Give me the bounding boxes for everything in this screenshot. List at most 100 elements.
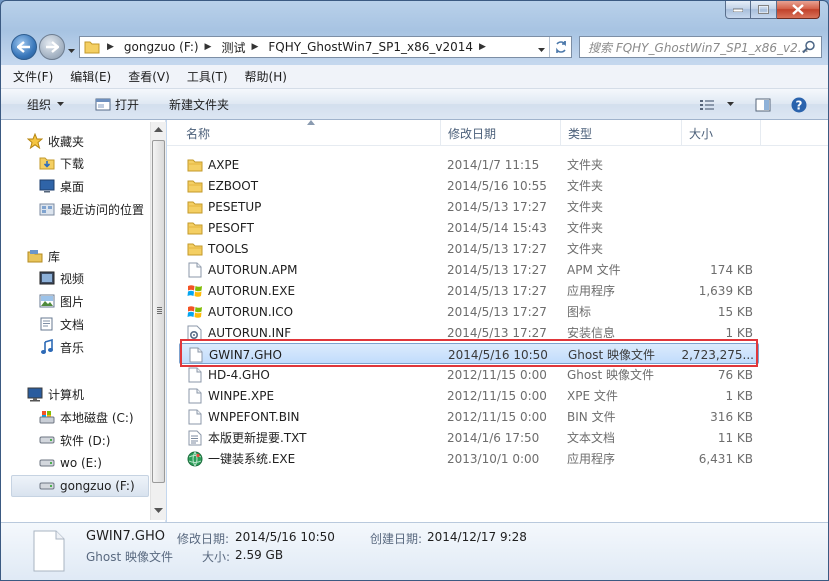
selection-highlight-box bbox=[180, 339, 758, 367]
nav-drive-e[interactable]: wo (E:) bbox=[39, 452, 102, 474]
nav-label: 下载 bbox=[60, 156, 85, 171]
scroll-down-icon[interactable] bbox=[154, 508, 163, 514]
nav-drive-d[interactable]: 软件 (D:) bbox=[39, 429, 110, 451]
new-folder-button[interactable]: 新建文件夹 bbox=[169, 89, 229, 120]
nav-item-pictures[interactable]: 图片 bbox=[39, 290, 84, 312]
nav-item-downloads[interactable]: 下载 bbox=[39, 152, 84, 174]
forward-button[interactable] bbox=[39, 34, 65, 60]
file-type: Ghost 映像文件 bbox=[567, 368, 655, 382]
recent-pages-dropdown[interactable] bbox=[68, 43, 75, 57]
file-date: 2014/5/13 17:27 bbox=[447, 262, 547, 277]
chevron-down-icon bbox=[538, 48, 545, 52]
thumb-grip bbox=[157, 309, 162, 310]
file-row[interactable]: HD-4.GHO 2012/11/15 0:00 Ghost 映像文件 76 KB bbox=[179, 364, 759, 385]
file-row[interactable]: TOOLS 2014/5/13 17:27 文件夹 bbox=[179, 238, 759, 259]
file-size: 174 KB bbox=[710, 262, 753, 277]
file-row[interactable]: AUTORUN.EXE 2014/5/13 17:27 应用程序 1,639 KB bbox=[179, 280, 759, 301]
file-icon bbox=[187, 409, 203, 425]
close-button[interactable] bbox=[777, 1, 820, 19]
file-name: PESETUP bbox=[208, 199, 262, 214]
search-input[interactable]: 搜索 FQHY_GhostWin7_SP1_x86_v2... bbox=[579, 36, 822, 58]
minimize-button[interactable] bbox=[725, 1, 751, 19]
documents-icon bbox=[39, 316, 55, 332]
folder-icon bbox=[187, 199, 203, 215]
column-type[interactable]: 类型 bbox=[561, 120, 682, 146]
view-list-icon bbox=[700, 99, 714, 110]
file-row[interactable]: WINPE.XPE 2012/11/15 0:00 XPE 文件 1 KB bbox=[179, 385, 759, 406]
nav-label: 图片 bbox=[60, 294, 85, 309]
column-size[interactable]: 大小 bbox=[682, 120, 761, 146]
details-file-name: GWIN7.GHO bbox=[86, 529, 165, 544]
file-type: 应用程序 bbox=[567, 284, 616, 298]
file-name-cell: PESETUP bbox=[187, 196, 261, 217]
nav-libraries[interactable]: 库 bbox=[27, 245, 60, 267]
nav-scrollbar[interactable] bbox=[150, 122, 166, 520]
pictures-icon bbox=[39, 293, 55, 309]
file-row[interactable]: AUTORUN.ICO 2014/5/13 17:27 图标 15 KB bbox=[179, 301, 759, 322]
menu-edit[interactable]: 编辑(E) bbox=[70, 68, 111, 85]
search-icon[interactable] bbox=[802, 40, 816, 57]
file-date: 2012/11/15 0:00 bbox=[447, 409, 547, 424]
nav-drive-f[interactable]: gongzuo (F:) bbox=[11, 475, 149, 497]
recent-places-icon bbox=[39, 201, 55, 217]
breadcrumb-item[interactable]: FQHY_GhostWin7_SP1_x86_v2014 ▶ bbox=[265, 40, 489, 54]
help-button[interactable]: ? bbox=[791, 89, 807, 120]
nav-label: 库 bbox=[48, 249, 61, 264]
back-button[interactable] bbox=[11, 34, 37, 60]
details-modified-value: 2014/5/16 10:50 bbox=[235, 530, 335, 544]
breadcrumb-item[interactable]: gongzuo (F:) ▶ bbox=[121, 40, 215, 54]
file-row[interactable]: PESOFT 2014/5/14 15:43 文件夹 bbox=[179, 217, 759, 238]
file-size: 1 KB bbox=[725, 388, 753, 403]
preview-pane-button[interactable] bbox=[755, 89, 771, 120]
file-name-cell: AUTORUN.EXE bbox=[187, 280, 295, 301]
refresh-button[interactable] bbox=[549, 37, 571, 57]
drive-icon bbox=[39, 455, 55, 471]
nav-item-videos[interactable]: 视频 bbox=[39, 267, 84, 289]
menu-view[interactable]: 查看(V) bbox=[128, 68, 170, 85]
column-date[interactable]: 修改日期 bbox=[441, 120, 561, 146]
file-type: XPE 文件 bbox=[567, 389, 618, 403]
address-bar[interactable]: ▶ gongzuo (F:) ▶ 测试 ▶ FQHY_GhostWin7_SP1_x… bbox=[79, 36, 572, 58]
address-dropdown[interactable] bbox=[538, 42, 545, 56]
nav-label: 收藏夹 bbox=[48, 134, 85, 149]
file-row[interactable]: AXPE 2014/1/7 11:15 文件夹 bbox=[179, 154, 759, 175]
nav-item-documents[interactable]: 文档 bbox=[39, 313, 84, 335]
maximize-button[interactable] bbox=[751, 1, 777, 19]
menu-help[interactable]: 帮助(H) bbox=[245, 68, 287, 85]
maximize-icon bbox=[758, 5, 769, 14]
breadcrumb-item[interactable]: 测试 ▶ bbox=[218, 39, 261, 56]
file-date: 2014/1/7 11:15 bbox=[447, 157, 540, 172]
column-header: 名称 修改日期 类型 大小 bbox=[167, 120, 828, 146]
breadcrumb-sep[interactable]: ▶ bbox=[104, 42, 117, 52]
open-label: 打开 bbox=[115, 98, 140, 112]
file-icon bbox=[187, 367, 203, 383]
file-name-cell: HD-4.GHO bbox=[187, 364, 270, 385]
nav-drive-c[interactable]: 本地磁盘 (C:) bbox=[39, 406, 134, 428]
menu-file[interactable]: 文件(F) bbox=[13, 68, 53, 85]
nav-computer[interactable]: 计算机 bbox=[27, 383, 84, 405]
view-options-button[interactable] bbox=[699, 89, 734, 120]
scroll-up-icon[interactable] bbox=[154, 127, 163, 133]
nav-favorites[interactable]: 收藏夹 bbox=[27, 130, 84, 152]
folder-icon bbox=[187, 157, 203, 173]
nav-label: wo (E:) bbox=[60, 456, 102, 470]
file-date: 2012/11/15 0:00 bbox=[447, 367, 547, 382]
file-row[interactable]: EZBOOT 2014/5/16 10:55 文件夹 bbox=[179, 175, 759, 196]
file-name: WNPEFONT.BIN bbox=[208, 409, 300, 424]
details-file-type: Ghost 映像文件 bbox=[86, 550, 174, 564]
file-row[interactable]: AUTORUN.APM 2014/5/13 17:27 APM 文件 174 KB bbox=[179, 259, 759, 280]
nav-item-music[interactable]: 音乐 bbox=[39, 336, 84, 358]
scroll-thumb[interactable] bbox=[152, 140, 165, 483]
file-row[interactable]: 本版更新提要.TXT 2014/1/6 17:50 文本文档 11 KB bbox=[179, 427, 759, 448]
file-type: 文件夹 bbox=[567, 158, 604, 172]
file-row[interactable]: WNPEFONT.BIN 2012/11/15 0:00 BIN 文件 316 KB bbox=[179, 406, 759, 427]
file-row[interactable]: 一键装系统.EXE 2013/10/1 0:00 应用程序 6,431 KB bbox=[179, 448, 759, 469]
file-name-cell: AXPE bbox=[187, 154, 239, 175]
open-button[interactable]: 打开 bbox=[95, 89, 139, 120]
file-row[interactable]: PESETUP 2014/5/13 17:27 文件夹 bbox=[179, 196, 759, 217]
menu-tools[interactable]: 工具(T) bbox=[187, 68, 228, 85]
file-type: 文本文档 bbox=[567, 431, 616, 445]
nav-item-recent[interactable]: 最近访问的位置 bbox=[39, 198, 144, 220]
organize-button[interactable]: 组织 bbox=[27, 89, 65, 120]
nav-item-desktop[interactable]: 桌面 bbox=[39, 175, 84, 197]
